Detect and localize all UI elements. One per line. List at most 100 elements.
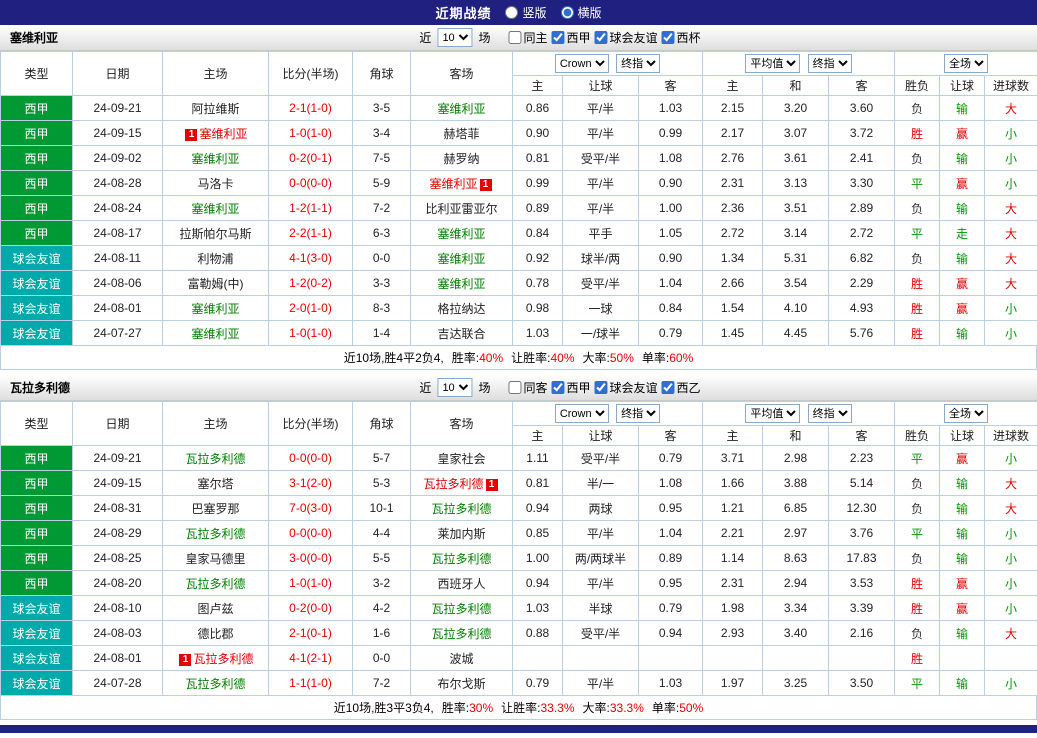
odds-company-select[interactable]: Crown	[555, 54, 609, 73]
average-odds-header: 平均值 终指	[703, 402, 895, 426]
subcol-avg-draw: 和	[763, 426, 829, 446]
filter-bar: 近 10 场 同主 西甲 球会友谊 西杯	[419, 28, 700, 47]
league-type-cell: 西甲	[1, 471, 73, 496]
scope-select[interactable]: 全场	[944, 404, 988, 423]
scope-select[interactable]: 全场	[944, 54, 988, 73]
league-filter-cup-checkbox[interactable]	[662, 31, 675, 44]
subcol-handicap-result: 让球	[940, 76, 985, 96]
summary-stat-winrate: 胜率:30%	[442, 699, 493, 716]
league-filter-friendly[interactable]: 球会友谊	[594, 379, 657, 396]
team-name: 瓦拉多利德	[431, 552, 491, 566]
result-cell: 小	[985, 146, 1037, 171]
odds-cell: 0.94	[639, 621, 703, 646]
odds-cell: 1.03	[639, 671, 703, 696]
result-cell: 平	[895, 446, 940, 471]
odds-cell: 3.30	[829, 171, 895, 196]
summary-record: 近10场,胜4平2负4,	[344, 349, 444, 366]
team-name: 皇家马德里	[185, 552, 245, 566]
away-team-cell: 赫罗纳	[411, 146, 513, 171]
league-type-cell: 西甲	[1, 146, 73, 171]
team-name: 瓦拉多利德	[431, 502, 491, 516]
corner-cell: 5-7	[353, 446, 411, 471]
odds-cell: 0.95	[639, 571, 703, 596]
final-odds-select-2[interactable]: 终指	[808, 404, 852, 423]
odds-company-select[interactable]: Crown	[555, 404, 609, 423]
result-cell: 输	[940, 146, 985, 171]
league-filter-liga-checkbox[interactable]	[551, 31, 564, 44]
away-team-cell: 波城	[411, 646, 513, 671]
same-venue-checkbox[interactable]	[508, 31, 521, 44]
match-row: 球会友谊24-08-03德比郡2-1(0-1)1-6瓦拉多利德0.88受平/半0…	[1, 621, 1037, 646]
league-filter-friendly[interactable]: 球会友谊	[594, 29, 657, 46]
result-cell: 胜	[895, 121, 940, 146]
vertical-layout-radio[interactable]	[505, 6, 518, 19]
result-cell: 大	[985, 496, 1037, 521]
same-venue-option[interactable]: 同客	[508, 379, 547, 396]
near-label: 近	[419, 29, 431, 46]
result-cell: 胜	[895, 271, 940, 296]
subcol-avg-away: 客	[829, 76, 895, 96]
same-venue-checkbox[interactable]	[508, 381, 521, 394]
corner-cell: 7-2	[353, 671, 411, 696]
league-filter-segunda[interactable]: 西乙	[662, 379, 701, 396]
league-filter-liga[interactable]: 西甲	[551, 29, 590, 46]
horizontal-layout-option[interactable]: 横版	[561, 4, 602, 21]
corner-cell: 3-4	[353, 121, 411, 146]
home-team-cell: 德比郡	[163, 621, 269, 646]
team-name: 塞维利亚	[191, 202, 239, 216]
result-cell: 小	[985, 671, 1037, 696]
league-filter-liga-checkbox[interactable]	[551, 381, 564, 394]
odds-cell: 3.88	[763, 471, 829, 496]
result-cell: 赢	[940, 446, 985, 471]
odds-cell: 4.45	[763, 321, 829, 346]
date-cell: 24-08-01	[73, 296, 163, 321]
result-cell: 大	[985, 271, 1037, 296]
odds-cell: 3.71	[703, 446, 763, 471]
odds-cell: 0.99	[639, 121, 703, 146]
near-label: 近	[419, 379, 431, 396]
summary-row: 近10场,胜4平2负4, 胜率:40% 让胜率:40% 大率:50% 单率:60…	[0, 346, 1037, 370]
odds-cell: 0.81	[513, 146, 563, 171]
match-row: 球会友谊24-08-10图卢兹0-2(0-0)4-2瓦拉多利德1.03半球0.7…	[1, 596, 1037, 621]
result-cell: 输	[940, 321, 985, 346]
odds-cell: 0.90	[513, 121, 563, 146]
corner-cell: 3-5	[353, 96, 411, 121]
odds-cell: 1.14	[703, 546, 763, 571]
odds-cell: 2.23	[829, 446, 895, 471]
subcol-away-odds: 客	[639, 426, 703, 446]
average-odds-select[interactable]: 平均值	[745, 404, 800, 423]
handicap-cell: 受平/半	[563, 446, 639, 471]
summary-stat-odd: 单率:50%	[652, 699, 703, 716]
result-cell: 大	[985, 471, 1037, 496]
odds-cell: 0.99	[513, 171, 563, 196]
odds-cell	[763, 646, 829, 671]
away-team-cell: 塞维利亚1	[411, 171, 513, 196]
match-count-select[interactable]: 10	[437, 28, 472, 47]
team-name: 格拉纳达	[437, 302, 485, 316]
horizontal-layout-radio[interactable]	[561, 6, 574, 19]
league-filter-segunda-checkbox[interactable]	[662, 381, 675, 394]
same-venue-option[interactable]: 同主	[508, 29, 547, 46]
col-header-date: 日期	[73, 52, 163, 96]
team-name: 赫塔菲	[443, 127, 479, 141]
match-count-select[interactable]: 10	[437, 378, 472, 397]
average-odds-select[interactable]: 平均值	[745, 54, 800, 73]
date-cell: 24-08-06	[73, 271, 163, 296]
final-odds-select[interactable]: 终指	[616, 54, 660, 73]
league-filter-friendly-checkbox[interactable]	[594, 381, 607, 394]
summary-stat-over: 大率:33.3%	[583, 699, 644, 716]
red-card-badge: 1	[486, 479, 498, 491]
score-cell: 1-0(1-0)	[269, 571, 353, 596]
league-filter-cup[interactable]: 西杯	[662, 29, 701, 46]
result-cell: 输	[940, 96, 985, 121]
filter-bar: 近 10 场 同客 西甲 球会友谊 西乙	[419, 378, 700, 397]
final-odds-select[interactable]: 终指	[616, 404, 660, 423]
subcol-handicap: 让球	[563, 426, 639, 446]
result-cell: 赢	[940, 271, 985, 296]
result-cell: 小	[985, 521, 1037, 546]
league-filter-liga[interactable]: 西甲	[551, 379, 590, 396]
match-row: 球会友谊24-07-28瓦拉多利德1-1(1-0)7-2布尔戈斯0.79平/半1…	[1, 671, 1037, 696]
vertical-layout-option[interactable]: 竖版	[505, 4, 546, 21]
league-filter-friendly-checkbox[interactable]	[594, 31, 607, 44]
final-odds-select-2[interactable]: 终指	[808, 54, 852, 73]
